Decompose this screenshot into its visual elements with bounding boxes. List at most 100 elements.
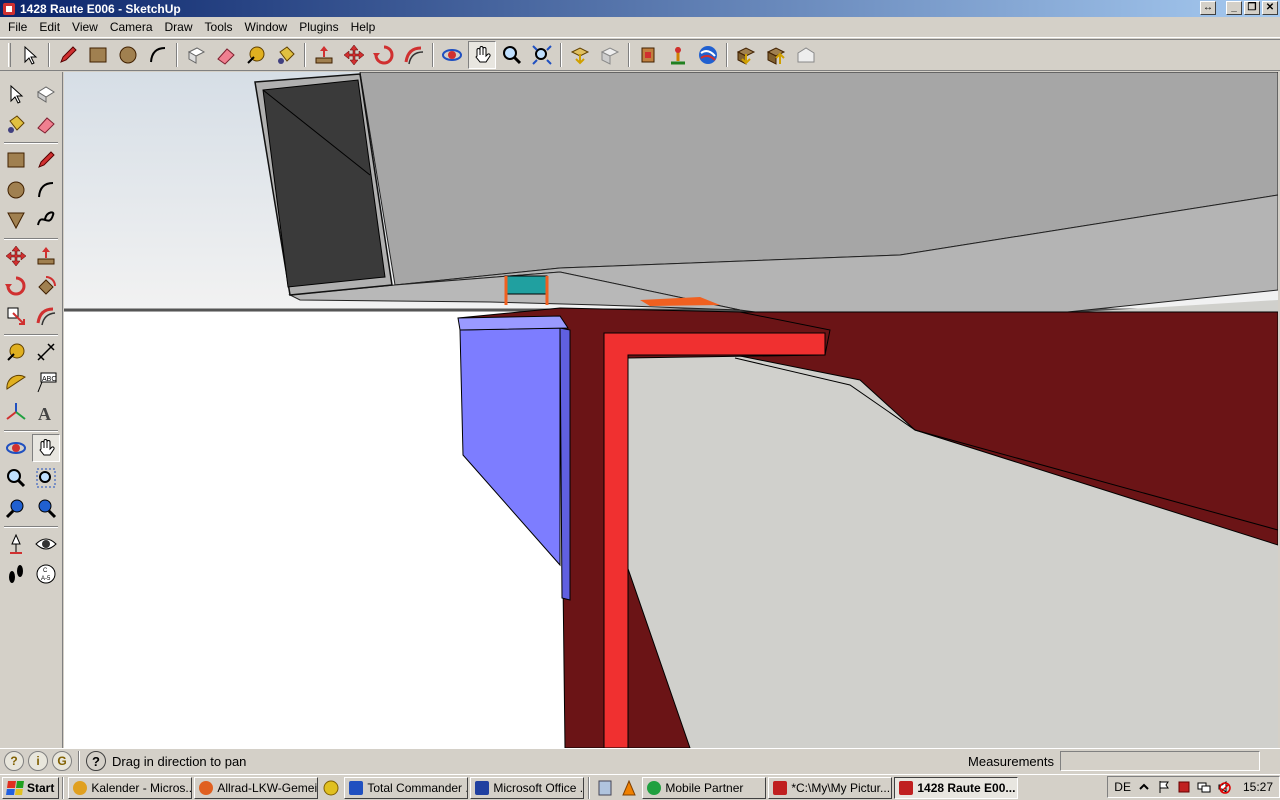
sketchup-app-icon [3,2,15,15]
google-earth-icon[interactable] [694,41,722,69]
move-icon[interactable] [340,41,368,69]
menu-draw[interactable]: Draw [159,20,199,34]
pan-icon[interactable] [468,41,496,69]
taskbar-item[interactable]: Allrad-LKW-Gemei... [194,776,319,799]
push-pull-icon[interactable] [310,41,338,69]
menu-plugins[interactable]: Plugins [293,20,344,34]
polygon-icon[interactable] [2,206,30,234]
zoom-icon[interactable] [498,41,526,69]
measurements-field[interactable] [1060,751,1260,771]
axes-icon[interactable] [2,398,30,426]
volume-muted-icon[interactable] [1217,780,1231,794]
warehouse-icon[interactable] [792,41,820,69]
network-icon[interactable] [1197,780,1211,794]
walk-icon[interactable] [2,560,30,588]
place-model-icon[interactable] [664,41,692,69]
rotate-icon[interactable] [2,272,30,300]
restore-button[interactable]: ❐ [1244,1,1260,15]
chevron-up-icon[interactable] [1137,780,1151,794]
taskbar-item-label: *C:\My\My Pictur... [791,780,891,795]
orbit-icon[interactable] [2,434,30,462]
menu-camera[interactable]: Camera [104,20,159,34]
zoom-window-icon[interactable] [32,464,60,492]
pencil-icon[interactable] [32,146,60,174]
look-around-icon[interactable] [32,530,60,558]
menu-edit[interactable]: Edit [33,20,66,34]
taskbar-item[interactable]: Microsoft Office ... [470,776,585,799]
geolocation-icon[interactable]: ? [4,751,24,771]
eraser-icon[interactable] [212,41,240,69]
zoom-icon[interactable] [2,464,30,492]
position-camera-icon[interactable] [2,530,30,558]
push-pull-icon[interactable] [32,242,60,270]
flag-icon[interactable] [1157,780,1171,794]
pencil-icon[interactable] [54,41,82,69]
move-icon[interactable] [2,242,30,270]
dimension-icon[interactable] [32,338,60,366]
menu-view[interactable]: View [66,20,104,34]
left-tool-palette: ABC A C A-5 [0,72,63,748]
select-icon[interactable] [16,41,44,69]
paint-bucket-icon[interactable] [2,110,30,138]
zoom-extents-icon[interactable] [528,41,556,69]
credits-icon[interactable]: i [28,751,48,771]
taskbar-item-active[interactable]: 1428 Raute E00... [894,776,1019,799]
menu-window[interactable]: Window [239,20,294,34]
tape-measure-icon[interactable] [242,41,270,69]
menu-help[interactable]: Help [345,20,382,34]
text-label-icon[interactable]: ABC [32,368,60,396]
help-icon[interactable]: ? [86,751,106,771]
taskbar-item[interactable]: Mobile Partner [642,776,767,799]
pan-icon[interactable] [32,434,60,462]
toolbar-grip[interactable] [8,43,11,67]
get-current-view-icon[interactable] [634,41,662,69]
share-model-icon[interactable] [596,41,624,69]
menu-file[interactable]: File [2,20,33,34]
minimize-button[interactable]: _ [1226,1,1242,15]
next-view-icon[interactable] [32,494,60,522]
3d-viewport[interactable] [64,72,1278,748]
resize-button[interactable]: ↔ [1200,1,1216,15]
share-component-icon[interactable] [762,41,790,69]
paint-bucket-icon[interactable] [272,41,300,69]
calculator-icon[interactable] [595,778,615,798]
rectangle-icon[interactable] [84,41,112,69]
start-button[interactable]: Start [2,776,60,799]
language-indicator[interactable]: DE [1114,780,1131,794]
clock[interactable]: 15:27 [1243,780,1273,794]
section-plane-icon[interactable]: C A-5 [32,560,60,588]
scale-icon[interactable] [2,302,30,330]
make-component-icon[interactable] [182,41,210,69]
vlc-icon[interactable] [619,778,639,798]
eraser-icon[interactable] [32,110,60,138]
freehand-icon[interactable] [32,206,60,234]
menu-tools[interactable]: Tools [199,20,239,34]
offset-icon[interactable] [32,302,60,330]
protractor-icon[interactable] [2,368,30,396]
circle-icon[interactable] [114,41,142,69]
circle-icon[interactable] [2,176,30,204]
close-button[interactable]: ✕ [1262,1,1278,15]
arc-icon[interactable] [144,41,172,69]
antivirus-icon[interactable] [1177,780,1191,794]
follow-me-icon[interactable] [400,41,428,69]
get-components-icon[interactable] [732,41,760,69]
rectangle-icon[interactable] [2,146,30,174]
orbit-icon[interactable] [438,41,466,69]
rotate-icon[interactable] [370,41,398,69]
tape-measure-icon[interactable] [2,338,30,366]
taskbar-item[interactable]: *C:\My\My Pictur... [768,776,893,799]
model-canvas[interactable] [64,72,1278,748]
user-icon[interactable]: G [52,751,72,771]
select-icon[interactable] [2,80,30,108]
3d-text-icon[interactable]: A [32,398,60,426]
taskbar-item[interactable]: Total Commander ... [344,776,469,799]
taskbar-item[interactable]: Kalender - Micros... [68,776,193,799]
system-tray: DE 15:27 [1107,776,1280,798]
make-component-icon[interactable] [32,80,60,108]
messenger-icon[interactable] [321,778,341,798]
arc-icon[interactable] [32,176,60,204]
follow-me-icon[interactable] [32,272,60,300]
previous-view-icon[interactable] [2,494,30,522]
get-models-icon[interactable] [566,41,594,69]
